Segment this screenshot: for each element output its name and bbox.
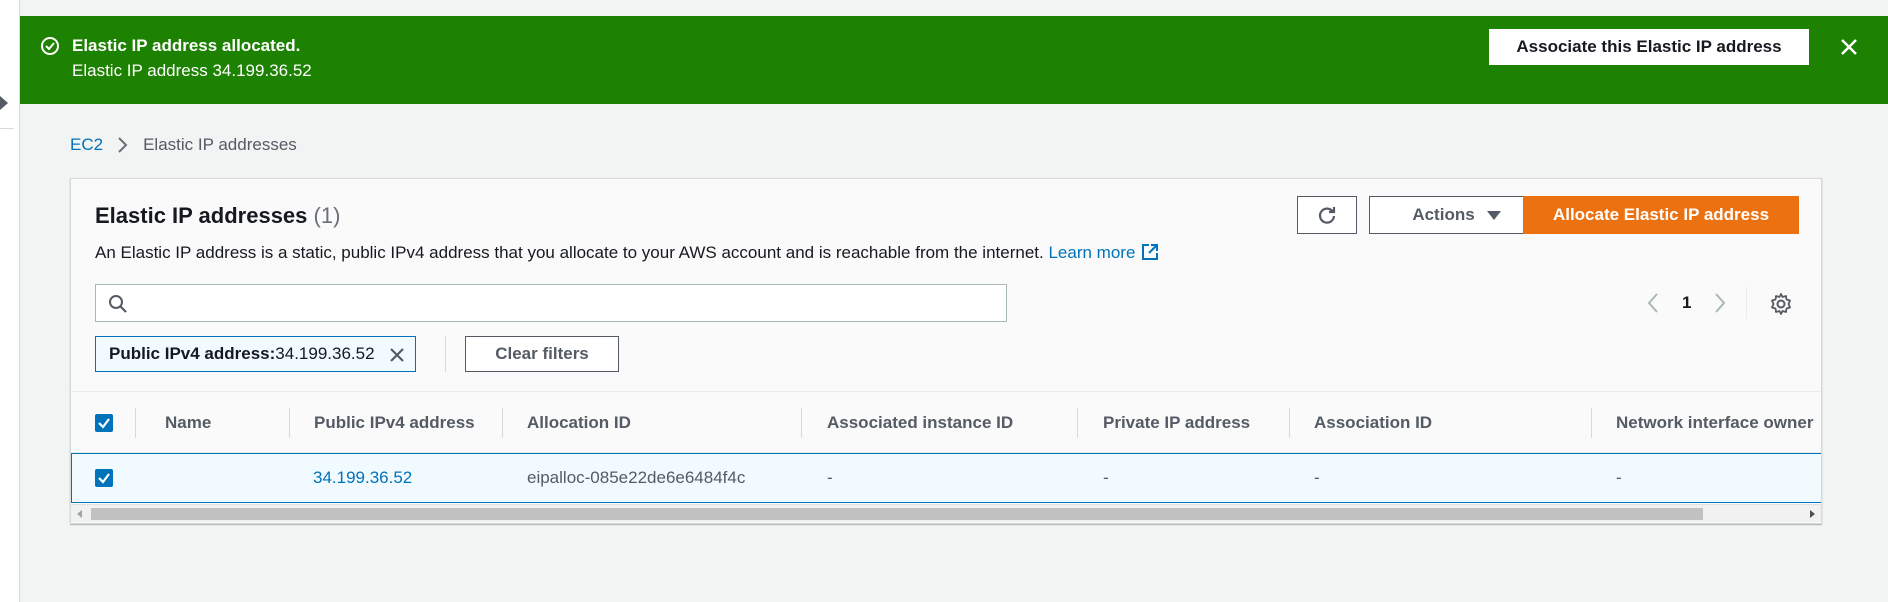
column-header-name[interactable]: Name — [165, 392, 211, 454]
current-page[interactable]: 1 — [1682, 293, 1691, 313]
learn-more-link[interactable]: Learn more — [1048, 243, 1159, 262]
column-separator — [135, 408, 136, 438]
select-all-checkbox[interactable] — [95, 414, 113, 432]
column-separator — [289, 408, 290, 438]
column-header-allocation-id[interactable]: Allocation ID — [527, 392, 631, 454]
page-title: Elastic IP addresses (1) — [95, 203, 340, 229]
filter-token-key: Public IPv4 address: — [109, 344, 276, 363]
close-icon[interactable] — [1838, 36, 1860, 58]
chevron-right-icon[interactable] — [1713, 291, 1727, 315]
table-row[interactable]: 34.199.36.52 eipalloc-085e22de6e6484f4c … — [71, 453, 1821, 503]
nav-expand-arrow-icon[interactable] — [0, 96, 8, 110]
column-header-public-ip[interactable]: Public IPv4 address — [314, 392, 475, 454]
breadcrumb: EC2 Elastic IP addresses — [70, 135, 297, 155]
refresh-button[interactable] — [1297, 196, 1357, 234]
scrollbar-thumb[interactable] — [91, 508, 1703, 520]
cell-ni-owner: - — [1616, 468, 1622, 487]
scroll-right-arrow-icon[interactable] — [1810, 510, 1815, 518]
elastic-ip-table-panel: Elastic IP addresses (1) An Elastic IP a… — [70, 178, 1822, 524]
scroll-left-arrow-icon[interactable] — [77, 510, 82, 518]
pagination: 1 — [1646, 291, 1727, 315]
flash-message: Elastic IP address 34.199.36.52 — [72, 61, 312, 80]
panel-description: An Elastic IP address is a static, publi… — [95, 243, 1159, 263]
remove-filter-icon[interactable] — [387, 345, 407, 365]
flash-title: Elastic IP address allocated. — [72, 36, 301, 55]
external-link-icon — [1142, 244, 1159, 260]
column-separator — [502, 408, 503, 438]
horizontal-scrollbar[interactable] — [71, 504, 1821, 522]
cell-public-ip-link[interactable]: 34.199.36.52 — [313, 454, 412, 502]
cell-instance-id: - — [827, 468, 833, 487]
success-flashbar: Elastic IP address allocated. Elastic IP… — [20, 16, 1888, 104]
row-checkbox[interactable] — [95, 469, 113, 487]
chevron-left-icon[interactable] — [1646, 291, 1660, 315]
pager-divider — [1746, 287, 1747, 319]
filter-token: Public IPv4 address: 34.199.36.52 — [95, 336, 416, 372]
cell-allocation-id: eipalloc-085e22de6e6484f4c — [527, 468, 746, 487]
breadcrumb-ec2-link[interactable]: EC2 — [70, 135, 103, 155]
refresh-icon — [1318, 207, 1336, 224]
associate-ip-button[interactable]: Associate this Elastic IP address — [1489, 29, 1809, 65]
column-header-instance-id[interactable]: Associated instance ID — [827, 392, 1013, 454]
description-text: An Elastic IP address is a static, publi… — [95, 243, 1044, 262]
search-field[interactable] — [95, 284, 1007, 322]
cell-association-id: - — [1314, 468, 1320, 487]
left-nav-rail — [0, 0, 20, 602]
filter-token-value: 34.199.36.52 — [275, 344, 375, 363]
learn-more-label: Learn more — [1048, 243, 1136, 262]
elastic-ip-table: Name Public IPv4 address Allocation ID A… — [71, 391, 1821, 503]
rail-divider — [0, 128, 14, 129]
search-icon — [109, 295, 127, 313]
column-separator — [801, 408, 802, 438]
filter-divider — [445, 336, 446, 372]
column-separator — [1289, 408, 1290, 438]
column-header-private-ip[interactable]: Private IP address — [1103, 392, 1250, 454]
actions-label: Actions — [1412, 205, 1475, 224]
actions-dropdown-button[interactable]: Actions — [1369, 196, 1544, 234]
column-separator — [1077, 408, 1078, 438]
gear-icon[interactable] — [1769, 292, 1793, 316]
breadcrumb-current: Elastic IP addresses — [143, 135, 297, 154]
panel-title-text: Elastic IP addresses — [95, 203, 308, 228]
column-separator — [1591, 408, 1592, 438]
clear-filters-button[interactable]: Clear filters — [465, 336, 619, 372]
cell-private-ip: - — [1103, 468, 1109, 487]
column-header-association-id[interactable]: Association ID — [1314, 392, 1432, 454]
check-circle-icon — [41, 37, 59, 55]
search-input[interactable] — [140, 285, 1000, 321]
column-header-ni-owner[interactable]: Network interface owner — [1616, 392, 1813, 454]
allocate-elastic-ip-button[interactable]: Allocate Elastic IP address — [1523, 196, 1799, 234]
table-header: Name Public IPv4 address Allocation ID A… — [71, 391, 1821, 454]
chevron-right-icon — [118, 137, 128, 153]
item-count: (1) — [313, 203, 341, 228]
caret-down-icon — [1486, 210, 1501, 220]
